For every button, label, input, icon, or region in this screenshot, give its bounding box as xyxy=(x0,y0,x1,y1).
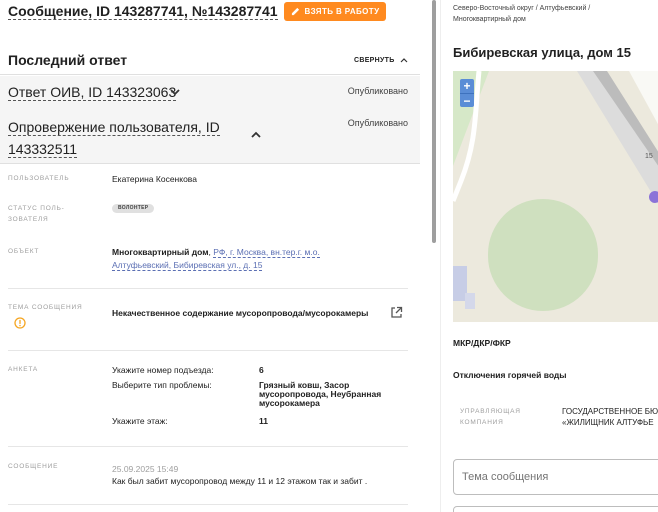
survey-answer: 6 xyxy=(259,365,264,375)
user-label: ПОЛЬЗОВАТЕЛЬ xyxy=(8,175,70,182)
oiv-answer-status: Опубликовано xyxy=(347,86,408,96)
management-company-label-line: УПРАВЛЯЮЩАЯ xyxy=(460,408,521,415)
survey-answer: 11 xyxy=(259,416,268,426)
next-input-field[interactable] xyxy=(453,506,658,512)
object-address-link-line1[interactable]: РФ, г. Москва, вн.тер.г. м.о. xyxy=(213,247,320,258)
message-topic-input[interactable] xyxy=(453,459,658,495)
user-status-label-line2: ЗОВАТЕЛЯ xyxy=(8,216,49,223)
object-label: ОБЪЕКТ xyxy=(8,248,40,255)
pencil-icon xyxy=(291,7,299,16)
chevron-up-icon xyxy=(400,58,408,63)
management-company-value-line: ГОСУДАРСТВЕННОЕ БЮ xyxy=(562,407,658,416)
management-company-label-line: КОМПАНИЯ xyxy=(460,419,504,426)
survey-question: Выберите тип проблемы: xyxy=(112,380,212,390)
last-answer-title: Последний ответ xyxy=(8,52,128,68)
collapse-button[interactable]: СВЕРНУТЬ xyxy=(354,56,408,64)
message-label: СООБЩЕНИЕ xyxy=(8,463,59,470)
survey-answer-line: мусорокамера xyxy=(259,398,320,408)
refutation-title[interactable]: Опровержение пользователя, ID 143332511 xyxy=(8,116,244,160)
status-badge: ВОЛОНТЕР xyxy=(112,204,155,213)
object-address-link-line2[interactable]: Алтуфьевский, Бибиревская ул., д. 15 xyxy=(112,260,263,271)
management-company-label: УПРАВЛЯЮЩАЯ КОМПАНИЯ xyxy=(460,406,521,428)
divider xyxy=(8,446,408,447)
divider xyxy=(8,504,408,505)
chevron-down-icon[interactable] xyxy=(169,86,181,98)
map-house-number: 15 xyxy=(645,153,653,160)
refutation-title-text: Опровержение пользователя, ID 143332511 xyxy=(8,119,220,158)
map[interactable]: + − 15 xyxy=(453,71,658,322)
zoom-out-button[interactable]: − xyxy=(460,93,474,108)
management-company-value: ГОСУДАРСТВЕННОЕ БЮ «ЖИЛИЩНИК АЛТУФЬЕ xyxy=(562,406,658,428)
address-title: Бибиревская улица, дом 15 xyxy=(453,45,631,60)
oiv-answer-title[interactable]: Ответ ОИВ, ID 143323063 xyxy=(8,84,177,101)
message-date: 25.09.2025 15:49 xyxy=(112,464,179,474)
mkr-section-title: МКР/ДКР/ФКР xyxy=(453,338,511,348)
topic-value: Некачественное содержание мусоропровода/… xyxy=(112,308,369,318)
breadcrumb-line[interactable]: Северо-Восточный округ / Алтуфьевский / xyxy=(453,3,653,14)
topic-label: ТЕМА СООБЩЕНИЯ xyxy=(8,304,83,311)
message-details-panel: Сообщение, ID 143287741, №143287741 ВЗЯТ… xyxy=(0,0,430,512)
hot-water-section-title: Отключения горячей воды xyxy=(453,370,567,380)
map-canvas xyxy=(453,71,658,322)
take-to-work-label: ВЗЯТЬ В РАБОТУ xyxy=(304,7,380,16)
user-status-label-line1: СТАТУС ПОЛЬ- xyxy=(8,205,65,212)
breadcrumb: Северо-Восточный округ / Алтуфьевский / … xyxy=(453,3,653,25)
object-value: Многоквартирный дом, РФ, г. Москва, вн.т… xyxy=(112,246,352,272)
last-answer-section-header: Последний ответ СВЕРНУТЬ xyxy=(0,47,420,75)
take-to-work-button[interactable]: ВЗЯТЬ В РАБОТУ xyxy=(284,2,386,21)
map-zoom-controls: + − xyxy=(460,79,474,108)
breadcrumb-line[interactable]: Многоквартирный дом xyxy=(453,14,653,25)
user-value: Екатерина Косенкова xyxy=(112,174,197,184)
message-header: Сообщение, ID 143287741, №143287741 xyxy=(8,0,298,24)
scrollbar[interactable] xyxy=(432,0,436,243)
survey-question: Укажите этаж: xyxy=(112,416,168,426)
answer-block: Ответ ОИВ, ID 143323063 Опубликовано Опр… xyxy=(0,76,420,164)
survey-label: АНКЕТА xyxy=(8,366,39,373)
external-link-icon[interactable] xyxy=(390,306,403,319)
message-text: Как был забит мусоропровод между 11 и 12… xyxy=(112,476,368,486)
divider xyxy=(8,350,408,351)
management-company-value-line: «ЖИЛИЩНИК АЛТУФЬЕ xyxy=(562,418,654,427)
object-info-panel: Северо-Восточный округ / Алтуфьевский / … xyxy=(440,0,658,512)
warning-icon xyxy=(14,317,26,329)
chevron-up-icon[interactable] xyxy=(250,129,262,141)
zoom-in-button[interactable]: + xyxy=(460,79,474,93)
collapse-label: СВЕРНУТЬ xyxy=(354,56,395,64)
message-title[interactable]: Сообщение, ID 143287741, №143287741 xyxy=(8,4,278,20)
object-type: Многоквартирный дом xyxy=(112,247,209,257)
divider xyxy=(8,288,408,289)
survey-question: Укажите номер подъезда: xyxy=(112,365,214,375)
refutation-status: Опубликовано xyxy=(347,118,408,128)
